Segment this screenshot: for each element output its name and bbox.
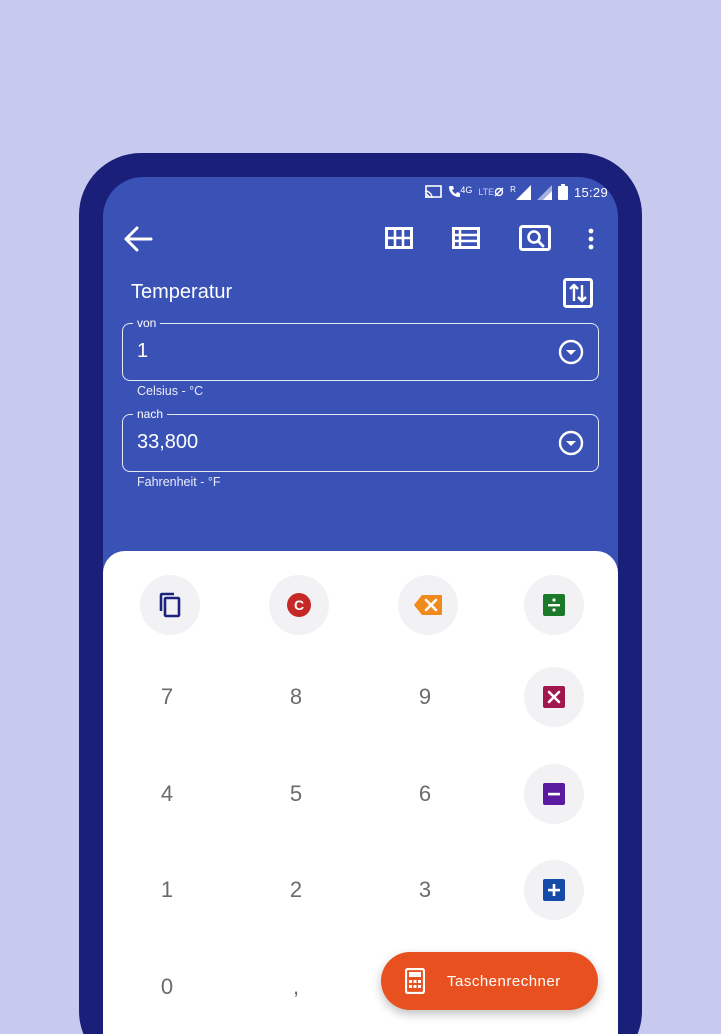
key-5[interactable]: 5 bbox=[266, 764, 326, 824]
key-6[interactable]: 6 bbox=[395, 764, 455, 824]
lte-icon: LTE bbox=[478, 187, 504, 197]
key-1[interactable]: 1 bbox=[137, 860, 197, 920]
signal-icon: R bbox=[510, 184, 531, 200]
cast-icon bbox=[425, 185, 443, 199]
to-value[interactable]: 33,800 bbox=[137, 431, 198, 454]
grid-icon[interactable] bbox=[385, 227, 413, 249]
lte-label: LTE bbox=[478, 187, 495, 197]
app-screen: 4G LTE R 15:29 Temperatur von 1 Celsius … bbox=[103, 177, 618, 1034]
search-icon[interactable] bbox=[519, 225, 551, 251]
copy-icon bbox=[159, 592, 181, 618]
arrow-back-icon[interactable] bbox=[123, 225, 153, 253]
plus-icon bbox=[543, 879, 565, 901]
key-8[interactable]: 8 bbox=[266, 667, 326, 727]
key-decimal[interactable]: , bbox=[266, 957, 326, 1017]
backspace-icon bbox=[414, 595, 442, 615]
backspace-button[interactable] bbox=[398, 575, 458, 635]
from-value[interactable]: 1 bbox=[137, 340, 148, 363]
clear-button[interactable]: C bbox=[269, 575, 329, 635]
copy-button[interactable] bbox=[140, 575, 200, 635]
clear-label: C bbox=[293, 597, 305, 613]
multiply-icon bbox=[543, 686, 565, 708]
wifi-call-icon: 4G bbox=[448, 185, 472, 199]
more-vert-icon[interactable] bbox=[587, 228, 595, 250]
multiply-button[interactable] bbox=[524, 667, 584, 727]
status-time: 15:29 bbox=[573, 184, 608, 200]
network-type-label: 4G bbox=[460, 185, 473, 195]
signal-icon bbox=[536, 184, 552, 200]
to-field[interactable]: nach 33,800 bbox=[122, 406, 599, 472]
divide-button[interactable] bbox=[524, 575, 584, 635]
plus-button[interactable] bbox=[524, 860, 584, 920]
battery-icon bbox=[557, 184, 568, 200]
minus-button[interactable] bbox=[524, 764, 584, 824]
divide-icon bbox=[543, 594, 565, 616]
chevron-down-icon[interactable] bbox=[558, 430, 584, 456]
key-0[interactable]: 0 bbox=[137, 957, 197, 1017]
key-4[interactable]: 4 bbox=[137, 764, 197, 824]
fab-label: Taschenrechner bbox=[447, 972, 561, 990]
calculator-icon bbox=[405, 968, 425, 994]
chevron-down-icon[interactable] bbox=[558, 339, 584, 365]
from-field[interactable]: von 1 bbox=[122, 315, 599, 381]
key-9[interactable]: 9 bbox=[395, 667, 455, 727]
key-7[interactable]: 7 bbox=[137, 667, 197, 727]
to-field-legend: nach bbox=[133, 406, 168, 422]
from-unit-label: Celsius - °C bbox=[137, 384, 204, 398]
swap-units-icon[interactable] bbox=[563, 278, 593, 308]
page-title: Temperatur bbox=[131, 281, 233, 303]
calculator-fab[interactable]: Taschenrechner bbox=[381, 952, 598, 1010]
minus-icon bbox=[543, 783, 565, 805]
key-3[interactable]: 3 bbox=[395, 860, 455, 920]
to-unit-label: Fahrenheit - °F bbox=[137, 475, 221, 489]
list-icon[interactable] bbox=[452, 227, 480, 249]
key-2[interactable]: 2 bbox=[266, 860, 326, 920]
from-field-legend: von bbox=[133, 315, 161, 331]
status-bar: 4G LTE R 15:29 bbox=[424, 183, 608, 201]
